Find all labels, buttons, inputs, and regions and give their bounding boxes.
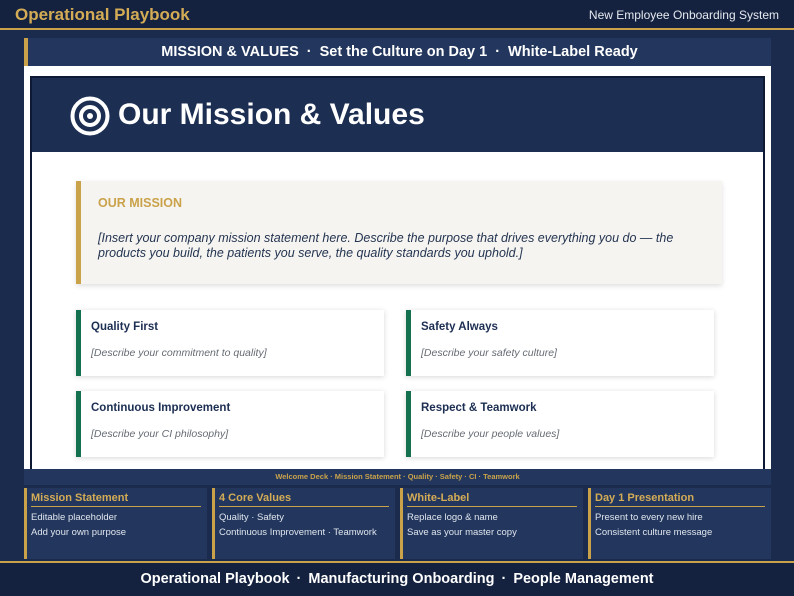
value-card: Safety Always [Describe your safety cult… <box>406 310 714 376</box>
target-icon <box>70 96 110 136</box>
info-line: Continuous Improvement · Teamwork <box>219 527 377 538</box>
info-box: 4 Core Values Quality · Safety Continuou… <box>212 488 395 559</box>
banner-separator: · <box>495 44 501 60</box>
info-box: White-Label Replace logo & name Save as … <box>400 488 583 559</box>
mission-box: OUR MISSION [Insert your company mission… <box>76 181 722 284</box>
brand-title: Operational Playbook <box>15 5 190 24</box>
value-title: Quality First <box>91 321 159 333</box>
banner-part: Set the Culture on Day 1 <box>319 44 488 60</box>
banner-part: MISSION & VALUES <box>161 44 299 60</box>
value-description[interactable]: [Describe your CI philosophy] <box>91 428 228 440</box>
slide-title: Our Mission & Values <box>118 98 425 131</box>
slide-header: Our Mission & Values <box>32 78 763 152</box>
value-description[interactable]: [Describe your commitment to quality] <box>91 347 267 359</box>
mission-label: OUR MISSION <box>98 196 183 210</box>
value-title: Respect & Teamwork <box>421 402 537 414</box>
info-line: Present to every new hire <box>595 512 703 523</box>
slide-frame: Our Mission & Values OUR MISSION [Insert… <box>30 76 765 469</box>
value-description[interactable]: [Describe your people values] <box>421 428 559 440</box>
info-line: Save as your master copy <box>407 527 517 538</box>
footer-part: Manufacturing Onboarding <box>308 571 495 587</box>
footer-separator: · <box>501 571 507 587</box>
info-line: Replace logo & name <box>407 512 498 523</box>
banner-part: White-Label Ready <box>508 44 638 60</box>
value-card: Respect & Teamwork [Describe your people… <box>406 391 714 457</box>
info-box: Mission Statement Editable placeholder A… <box>24 488 207 559</box>
footer-part: People Management <box>513 571 654 587</box>
value-card: Continuous Improvement [Describe your CI… <box>76 391 384 457</box>
info-line: Quality · Safety <box>219 512 284 523</box>
info-line: Consistent culture message <box>595 527 713 538</box>
footer-bar: Operational Playbook · Manufacturing Onboa… <box>0 561 794 596</box>
value-description[interactable]: [Describe your safety culture] <box>421 347 557 359</box>
banner-separator: · <box>306 44 312 60</box>
info-line: Add your own purpose <box>31 527 127 538</box>
footer-separator: · <box>296 571 302 587</box>
footer-part: Operational Playbook <box>140 571 290 587</box>
top-bar: Operational Playbook New Employee Onboar… <box>0 0 794 30</box>
info-title: 4 Core Values <box>219 492 389 507</box>
info-title: White-Label <box>407 492 577 507</box>
value-title: Continuous Improvement <box>91 402 231 414</box>
mission-statement[interactable]: [Insert your company mission statement h… <box>98 231 698 261</box>
slide-preview[interactable]: Our Mission & Values OUR MISSION [Insert… <box>24 66 771 469</box>
slide-caption: Welcome Deck · Mission Statement · Quali… <box>24 469 771 485</box>
system-name: New Employee Onboarding System <box>588 8 779 22</box>
section-banner: MISSION & VALUES · Set the Culture on Day … <box>24 38 771 66</box>
info-box: Day 1 Presentation Present to every new … <box>588 488 771 559</box>
value-card: Quality First [Describe your commitment … <box>76 310 384 376</box>
info-line: Editable placeholder <box>31 512 118 523</box>
info-title: Mission Statement <box>31 492 201 507</box>
value-title: Safety Always <box>421 321 498 333</box>
info-title: Day 1 Presentation <box>595 492 765 507</box>
